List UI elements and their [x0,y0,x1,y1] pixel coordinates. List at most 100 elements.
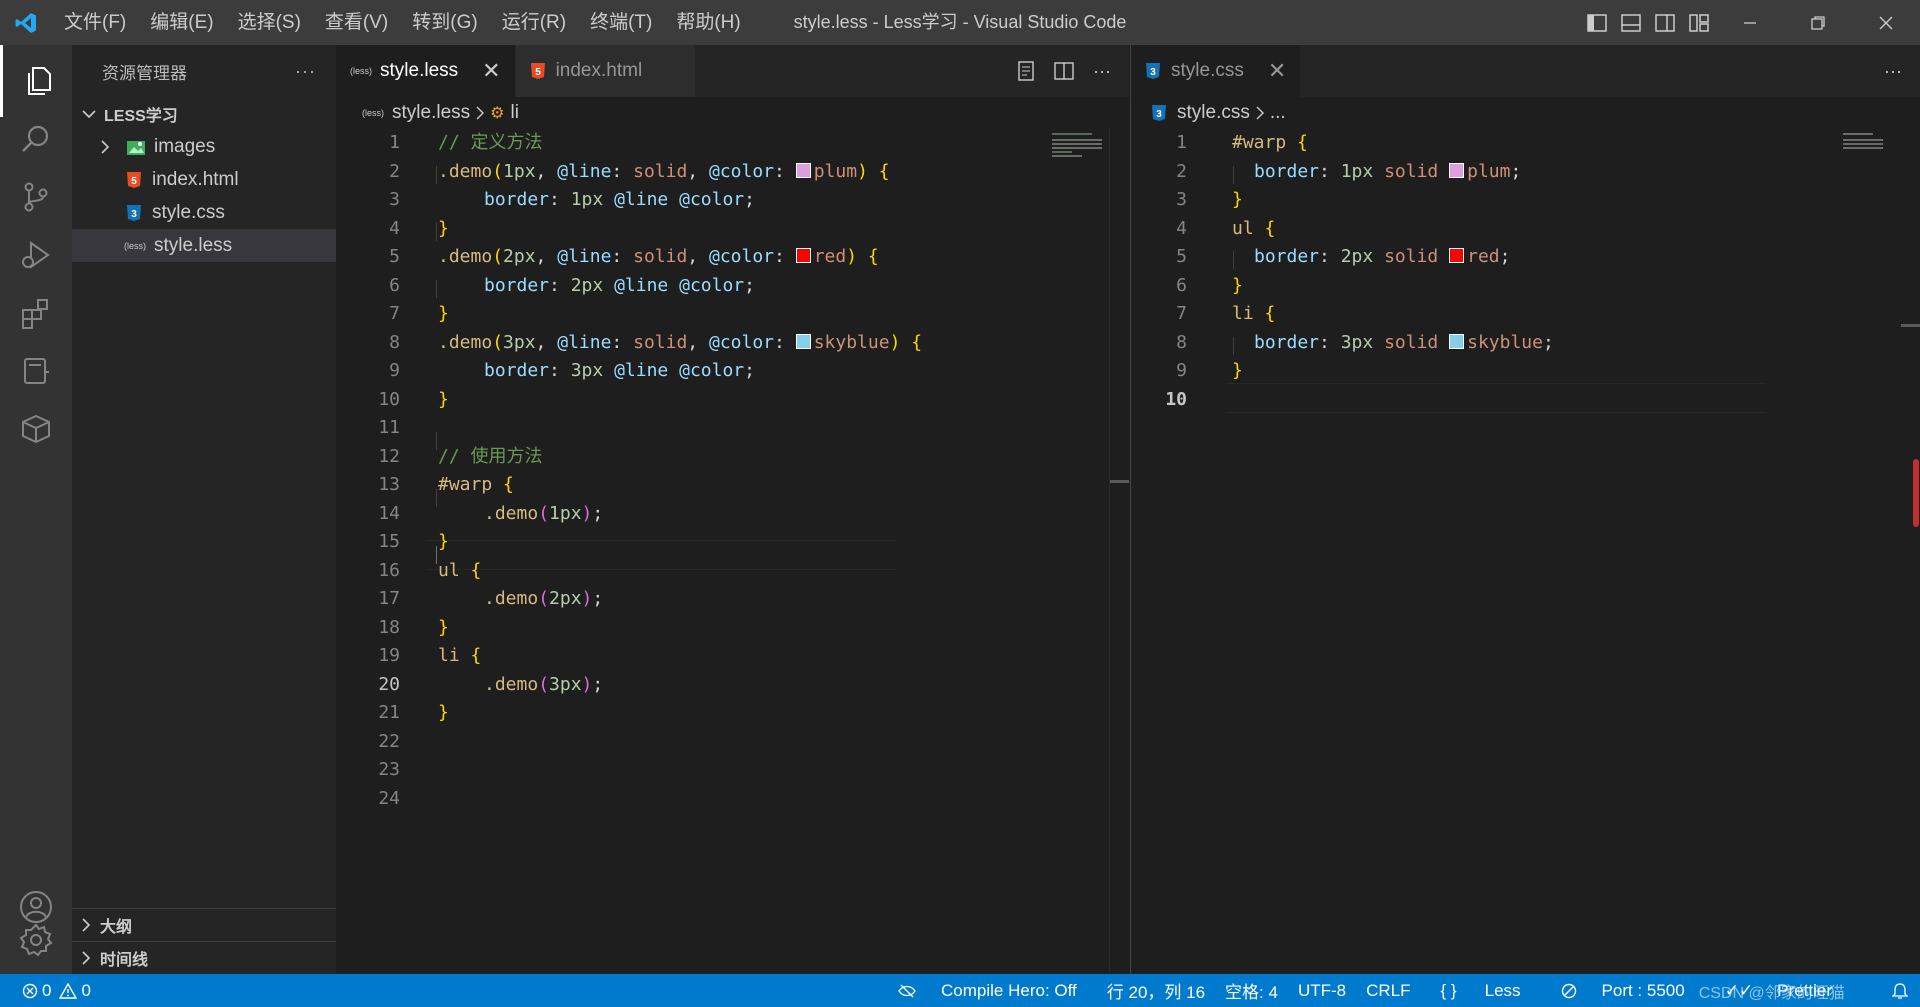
file-row-style-less[interactable]: (less) style.less [72,229,336,262]
close-window-icon[interactable] [1852,0,1920,45]
tab-bar-right: 3 style.css ✕ ··· [1131,45,1920,97]
minimap-right[interactable] [1841,129,1901,159]
tab-style-less[interactable]: (less) style.less ✕ [336,45,516,97]
file-row-index-html[interactable]: 5 index.html [72,163,336,196]
prettier[interactable]: ✓✓ Prettier CSDN @邻家的旺猫 [1699,981,1852,1002]
menu-help[interactable]: 帮助(H) [664,0,752,45]
tab-label: index.html [555,60,643,81]
file-row-images[interactable]: images [72,130,336,163]
more-actions-icon[interactable]: ··· [1083,61,1121,82]
line-number-current: 10 [1165,388,1187,410]
line-number: 5 [1176,246,1187,267]
line-number: 8 [389,331,400,353]
split-editor-icon[interactable] [1045,62,1083,80]
code-area-right[interactable]: 1 #warp { 2 border: 1px solid plum; 3} 4 ul… [1131,129,1831,974]
svg-text:3: 3 [131,209,137,220]
tab-label: style.css [1171,60,1244,81]
minimap-left[interactable] [1050,129,1110,169]
color-swatch-skyblue[interactable] [1449,333,1465,349]
warning-count: 0 [81,980,91,1000]
vertical-scrollbar-right[interactable] [1901,129,1920,974]
breadcrumb-left: (less) style.less ⚙ li [336,97,1129,129]
color-swatch-red[interactable] [1449,248,1465,263]
line-number: 3 [389,189,400,210]
timeline-section[interactable]: 时间线 [72,941,336,974]
restore-icon[interactable] [1784,0,1852,45]
line-number-current: 20 [378,673,400,695]
color-swatch-plum[interactable] [795,162,811,178]
error-count: 0 [42,980,52,1000]
code-area-left[interactable]: 1// 定义方法 2 .demo(1px, @line: solid, @colo… [336,129,922,974]
cursor-position[interactable]: 行 20，列 16 [1097,978,1215,1003]
chevron-right-icon [100,139,116,154]
explorer-sidebar: 资源管理器 ··· LESS学习 images 5 index.html 3 s… [72,45,336,974]
timeline-label: 时间线 [100,952,149,969]
breadcrumb-file[interactable]: style.less [392,102,470,124]
svg-text:3: 3 [1150,67,1156,78]
warning-icon [59,982,78,999]
folder-row[interactable]: LESS学习 [72,97,336,130]
breadcrumb-file[interactable]: style.css [1177,102,1250,124]
line-number: 6 [389,274,400,296]
tab-index-html[interactable]: 5 index.html [515,45,696,97]
menu-go[interactable]: 转到(G) [400,0,489,45]
css-icon: 3 [1151,104,1167,122]
less-icon: (less) [362,108,384,118]
menu-view[interactable]: 查看(V) [313,0,400,45]
color-swatch-plum[interactable] [1449,162,1465,178]
notifications-icon[interactable] [1852,982,1920,1000]
customize-layout-icon[interactable] [1682,0,1716,45]
explorer-more-button[interactable]: ··· [295,61,316,82]
explorer-header: 资源管理器 ··· [72,45,336,97]
line-number: 21 [378,702,400,723]
language-mode[interactable]: { } Less [1421,981,1541,1001]
line-number: 12 [378,445,400,467]
minimize-icon[interactable] [1716,0,1784,45]
encoding[interactable]: UTF-8 [1288,981,1356,1001]
language-label: Less [1484,980,1521,1000]
color-swatch-red[interactable] [795,248,811,263]
toggle-sidebar-icon[interactable] [1580,0,1614,45]
tab-style-css[interactable]: 3 style.css ✕ [1131,45,1302,97]
line-number: 9 [389,360,400,381]
close-icon[interactable]: ✕ [1268,58,1286,84]
more-actions-icon[interactable]: ··· [1874,61,1912,82]
braces-icon: { } [1440,980,1457,1000]
breadcrumb-symbol[interactable]: li [510,102,518,124]
color-swatch-skyblue[interactable] [795,333,811,349]
vscode-logo-icon [0,0,52,45]
vertical-scrollbar-left[interactable] [1109,129,1129,974]
line-number: 15 [378,531,400,552]
outline-section[interactable]: 大纲 [72,908,336,941]
menu-edit[interactable]: 编辑(E) [138,0,225,45]
live-server-port[interactable]: Port : 5500 [1541,981,1705,1001]
end-of-line[interactable]: CRLF [1356,981,1420,1001]
port-label: Port : 5500 [1601,980,1685,1000]
html-icon: 5 [530,62,546,80]
line-number: 24 [378,787,400,809]
breadcrumb-rest[interactable]: ... [1270,102,1286,124]
code-comment: // 定义方法 [438,132,543,153]
menu-terminal[interactable]: 终端(T) [578,0,664,45]
settings-gear-icon[interactable] [0,904,72,976]
line-number: 13 [378,474,400,495]
close-icon[interactable]: ✕ [482,58,500,84]
line-number: 7 [389,303,400,324]
editor-group-right: 3 style.css ✕ ··· 3 style.css ... 1 #warp… [1130,45,1920,974]
package-icon[interactable] [0,393,72,465]
file-row-style-css[interactable]: 3 style.css [72,196,336,229]
menu-file[interactable]: 文件(F) [52,0,138,45]
watermark: CSDN @邻家的旺猫 [1698,984,1845,1002]
line-number: 4 [389,217,400,239]
menu-selection[interactable]: 选择(S) [226,0,313,45]
tab-bar-left: (less) style.less ✕ 5 index.html ··· [336,45,1129,97]
open-preview-icon[interactable] [1007,61,1045,81]
menu-bar: 文件(F) 编辑(E) 选择(S) 查看(V) 转到(G) 运行(R) 终端(T… [52,0,753,45]
toggle-panel-icon[interactable] [1614,0,1648,45]
problems-indicator[interactable]: 0 0 [0,981,91,1001]
line-number: 2 [389,160,400,182]
indentation[interactable]: 空格: 4 [1215,978,1288,1003]
compile-hero[interactable]: Compile Hero: Off [878,981,1097,1001]
menu-run[interactable]: 运行(R) [490,0,578,45]
toggle-secondary-sidebar-icon[interactable] [1648,0,1682,45]
